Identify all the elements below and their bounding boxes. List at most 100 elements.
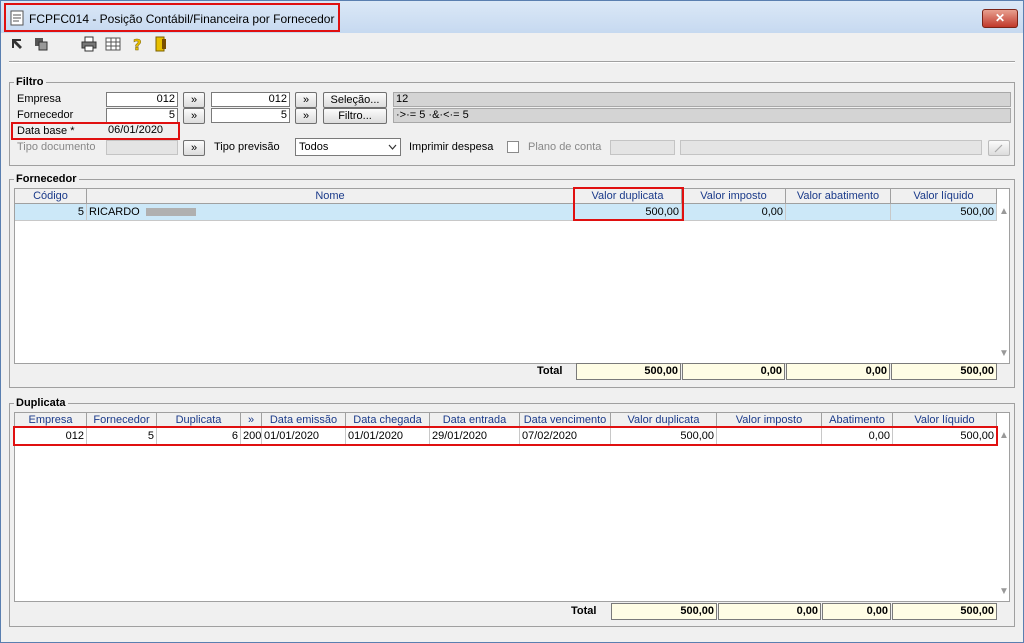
col-header-valor-duplicata[interactable]: Valor duplicata [611,413,717,428]
col-header-valor-duplicata[interactable]: Valor duplicata [574,189,682,204]
cell-valor-duplicata[interactable]: 500,00 [574,204,682,221]
magic-wand-icon [994,144,1003,153]
close-button[interactable]: ✕ [982,9,1018,28]
fornecedor-total-valor-liquido: 500,00 [891,363,997,380]
plano-conta-button[interactable] [988,140,1010,156]
tipo-previsao-label: Tipo previsão [214,141,280,153]
filtro-button[interactable]: Filtro... [323,108,387,124]
col-header-valor-imposto[interactable]: Valor imposto [717,413,822,428]
chevron-down-icon [388,144,397,150]
cell-empresa[interactable]: 012 [15,428,87,445]
tipo-previsao-value: Todos [299,141,329,153]
tipo-previsao-select[interactable]: Todos [295,138,401,156]
plano-conta-code-input[interactable] [610,140,675,155]
cell-valor-imposto[interactable]: 0,00 [682,204,786,221]
scroll-down-icon[interactable]: ▼ [999,586,1009,597]
duplicata-total-valor-liquido: 500,00 [892,603,997,620]
cell-abatimento[interactable]: 0,00 [822,428,893,445]
duplicata-legend: Duplicata [14,397,68,409]
cell-codigo[interactable]: 5 [15,204,87,221]
col-header-valor-imposto[interactable]: Valor imposto [682,189,786,204]
duplicata-vertical-scrollbar[interactable]: ▲ ▼ [997,428,1009,601]
cell-valor-duplicata[interactable]: 500,00 [611,428,717,445]
fornecedor-total-valor-imposto: 0,00 [682,363,785,380]
imprimir-despesa-checkbox[interactable] [507,141,519,153]
col-header-valor-liquido[interactable]: Valor líquido [891,189,997,204]
printer-icon[interactable] [81,36,97,52]
cell-data-chegada[interactable]: 01/01/2020 [346,428,430,445]
col-header-valor-abatimento[interactable]: Valor abatimento [786,189,891,204]
selecao-display: 12 [393,92,1011,107]
fornecedor-to-lookup-button[interactable]: » [295,108,317,124]
fornecedor-total-label: Total [537,365,563,377]
plano-conta-description [680,140,982,155]
fornecedor-to-input[interactable]: 5 [211,108,290,123]
col-header-valor-liquido[interactable]: Valor líquido [893,413,997,428]
cell-valor-liquido[interactable]: 500,00 [891,204,997,221]
fornecedor-label: Fornecedor [17,109,74,121]
cell-parcela[interactable]: 200 [241,428,262,445]
cell-fornecedor[interactable]: 5 [87,428,157,445]
layers-icon[interactable] [33,36,49,52]
fornecedor-grid[interactable]: Código Nome Valor duplicata Valor impost… [14,188,1010,364]
cell-valor-liquido[interactable]: 500,00 [893,428,997,445]
cell-nome-text: RICARDO [89,206,140,218]
plano-conta-label: Plano de conta [528,141,602,153]
imprimir-despesa-label: Imprimir despesa [409,141,494,153]
data-base-input[interactable]: 06/01/2020 [106,124,178,139]
cell-duplicata[interactable]: 6 [157,428,241,445]
duplicata-total-valor-imposto: 0,00 [718,603,821,620]
col-header-parcela[interactable]: » [241,413,262,428]
cell-nome[interactable]: RICARDO [87,204,574,221]
duplicata-grid[interactable]: Empresa Fornecedor Duplicata » Data emis… [14,412,1010,602]
empresa-to-input[interactable]: 012 [211,92,290,107]
fornecedor-total-valor-duplicata: 500,00 [576,363,681,380]
scroll-up-icon[interactable]: ▲ [999,206,1009,217]
title-bar: FCPFC014 - Posição Contábil/Financeira p… [1,1,1023,33]
exit-door-icon[interactable] [153,36,169,52]
selecao-button[interactable]: Seleção... [323,92,387,108]
cell-data-entrada[interactable]: 29/01/2020 [430,428,520,445]
filtro-display: ·>·= 5 ·&·<·= 5 [393,108,1011,123]
tipo-documento-lookup-button[interactable]: » [183,140,205,156]
empresa-from-lookup-button[interactable]: » [183,92,205,108]
col-header-abatimento[interactable]: Abatimento [822,413,893,428]
col-header-data-emissao[interactable]: Data emissão [262,413,346,428]
cell-valor-imposto[interactable] [717,428,822,445]
empresa-label: Empresa [17,93,62,105]
fornecedor-legend: Fornecedor [14,173,79,185]
scroll-up-icon[interactable]: ▲ [999,430,1009,441]
svg-text:?: ? [133,36,142,52]
col-header-codigo[interactable]: Código [15,189,87,204]
back-arrow-icon[interactable] [9,36,25,52]
toolbar-separator [9,61,1015,63]
calculator-icon[interactable] [105,36,121,52]
col-header-data-entrada[interactable]: Data entrada [430,413,520,428]
tipo-documento-input[interactable] [106,140,178,155]
empresa-to-lookup-button[interactable]: » [295,92,317,108]
fornecedor-vertical-scrollbar[interactable]: ▲ ▼ [997,204,1009,363]
col-header-fornecedor[interactable]: Fornecedor [87,413,157,428]
col-header-duplicata[interactable]: Duplicata [157,413,241,428]
fornecedor-from-lookup-button[interactable]: » [183,108,205,124]
help-icon[interactable]: ? [129,36,145,52]
filtro-legend: Filtro [14,76,46,88]
col-header-empresa[interactable]: Empresa [15,413,87,428]
cell-data-vencimento[interactable]: 07/02/2020 [520,428,611,445]
tipo-documento-label: Tipo documento [17,141,96,153]
cell-data-emissao[interactable]: 01/01/2020 [262,428,346,445]
col-header-data-chegada[interactable]: Data chegada [346,413,430,428]
col-header-nome[interactable]: Nome [87,189,574,204]
empresa-from-input[interactable]: 012 [106,92,178,107]
fornecedor-total-valor-abatimento: 0,00 [786,363,890,380]
data-base-label: Data base * [17,125,75,137]
redacted-name-block [145,208,196,217]
col-header-data-vencimento[interactable]: Data vencimento [520,413,611,428]
scroll-down-icon[interactable]: ▼ [999,348,1009,359]
cell-valor-abatimento[interactable] [786,204,891,221]
fornecedor-from-input[interactable]: 5 [106,108,178,123]
app-window: FCPFC014 - Posição Contábil/Financeira p… [0,0,1024,643]
title-highlight-box [4,3,340,32]
duplicata-total-valor-duplicata: 500,00 [611,603,717,620]
duplicata-total-label: Total [571,605,597,617]
